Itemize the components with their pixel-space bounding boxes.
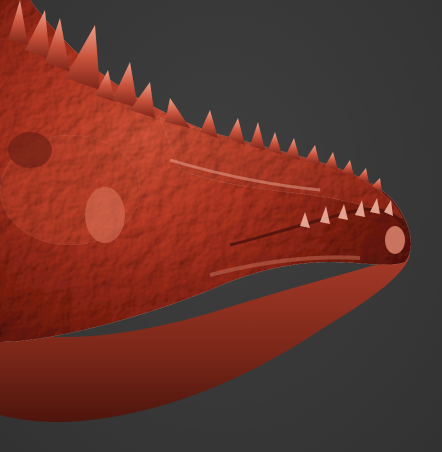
brow-lump bbox=[85, 187, 125, 243]
spike bbox=[250, 122, 265, 150]
render-viewport bbox=[0, 0, 442, 452]
eye-socket bbox=[8, 132, 52, 168]
creature-render bbox=[0, 0, 412, 423]
nostril bbox=[385, 226, 405, 254]
